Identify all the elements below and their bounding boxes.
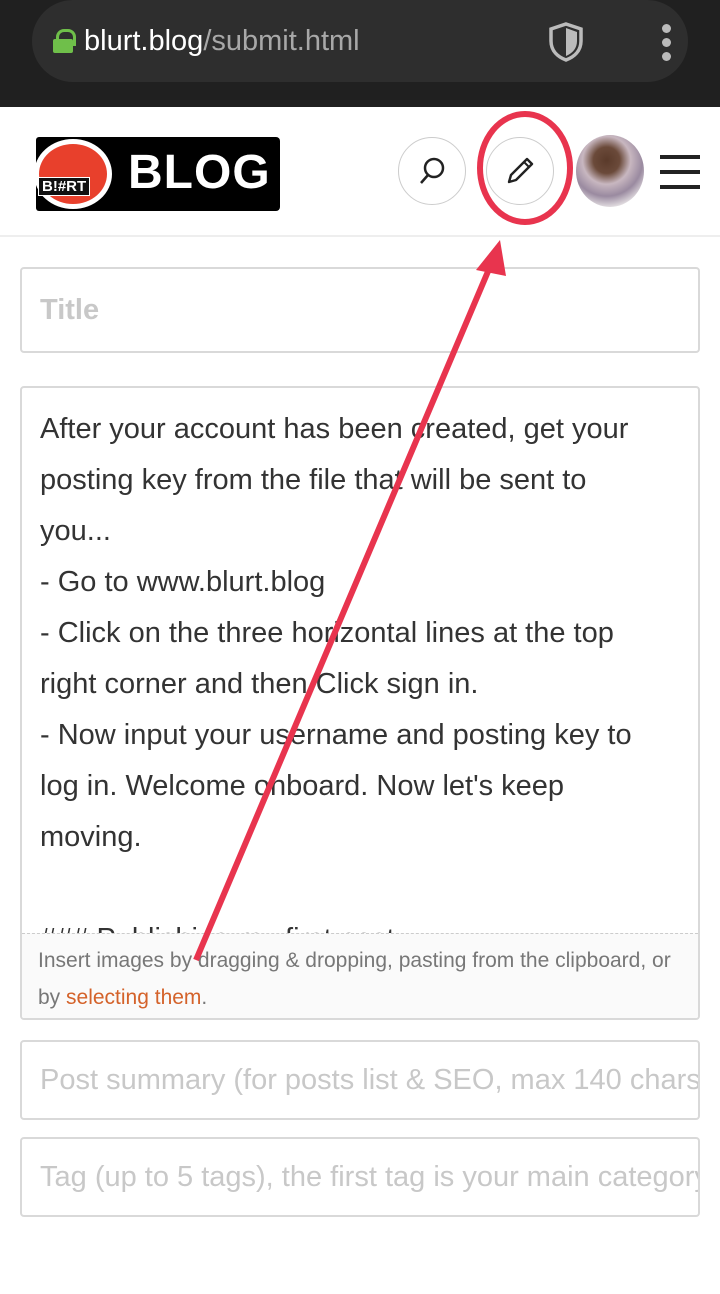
body-line: moving. (40, 821, 142, 853)
select-images-link[interactable]: selecting them (66, 986, 201, 1009)
image-upload-hint: Insert images by dragging & dropping, pa… (22, 933, 698, 1018)
search-icon (420, 157, 445, 184)
browser-chrome: blurt.blog/submit.html (0, 0, 720, 107)
blurt-logo[interactable]: B!#RT BLOG (34, 137, 280, 211)
body-line: After your account has been created, get… (40, 413, 629, 445)
search-button[interactable] (398, 137, 466, 205)
body-line: - Go to www.blurt.blog (40, 566, 326, 598)
body-line (40, 863, 680, 914)
avatar[interactable] (576, 135, 644, 207)
site-header: B!#RT BLOG (0, 107, 720, 237)
tags-input[interactable]: Tag (up to 5 tags), the first tag is you… (20, 1137, 700, 1217)
post-body-textarea[interactable]: After your account has been created, get… (22, 388, 698, 933)
logo-text: BLOG (128, 146, 271, 199)
title-input[interactable]: Title (20, 267, 700, 353)
url-host: blurt.blog (84, 24, 204, 57)
lock-icon (52, 29, 76, 53)
body-line: posting key from the file that will be s… (40, 464, 587, 496)
body-line: - Click on the three horizontal lines at… (40, 617, 614, 649)
address-bar[interactable]: blurt.blog/submit.html (32, 0, 688, 82)
angry-face-icon (34, 139, 112, 209)
body-line: right corner and then Click sign in. (40, 668, 479, 700)
post-body-editor[interactable]: After your account has been created, get… (20, 386, 700, 1020)
body-line: log in. Welcome onboard. Now let's keep (40, 770, 565, 802)
body-line: ### Publishing my first post (40, 914, 680, 933)
shield-icon[interactable] (548, 22, 584, 62)
more-options-icon[interactable] (662, 24, 672, 66)
logo-badge: B!#RT (38, 177, 91, 196)
body-line: - Now input your username and posting ke… (40, 719, 632, 751)
create-post-button[interactable] (486, 137, 554, 205)
url-path: /submit.html (203, 24, 360, 57)
pencil-icon (507, 157, 534, 184)
hamburger-menu-icon[interactable] (660, 155, 700, 200)
post-summary-input[interactable]: Post summary (for posts list & SEO, max … (20, 1040, 700, 1120)
body-line: you... (40, 515, 111, 547)
